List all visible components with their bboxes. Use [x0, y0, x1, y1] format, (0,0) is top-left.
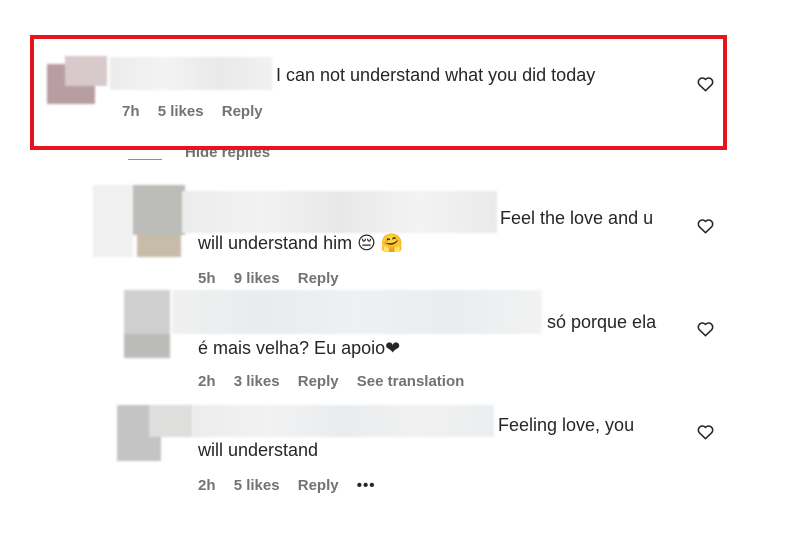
likes-count[interactable]: 5 likes [158, 103, 204, 120]
avatar[interactable] [124, 290, 170, 358]
likes-count[interactable]: 9 likes [234, 270, 280, 287]
comment-text: Feel the love and u [500, 208, 654, 228]
like-heart-icon[interactable] [697, 321, 714, 337]
more-options-button[interactable]: ••• [357, 477, 376, 494]
avatar[interactable] [47, 56, 107, 106]
highlight-box [30, 35, 727, 150]
comment-time: 2h [198, 477, 216, 494]
username-redacted[interactable] [192, 405, 494, 437]
reply-button[interactable]: Reply [298, 270, 339, 287]
avatar[interactable] [93, 185, 185, 257]
like-heart-icon[interactable] [697, 424, 714, 440]
likes-count[interactable]: 3 likes [234, 373, 280, 390]
comment-text-line2: will understand him 😔 🤗 [198, 233, 404, 253]
comment-text: I can not understand what you did today [276, 65, 596, 85]
comment-time: 5h [198, 270, 216, 287]
username-redacted[interactable] [110, 57, 272, 90]
hide-replies-clip: Hide replies [180, 150, 300, 170]
like-heart-icon[interactable] [697, 76, 714, 92]
avatar[interactable] [117, 405, 193, 461]
hide-replies-button[interactable]: Hide replies [185, 150, 270, 161]
hide-replies-line [128, 159, 162, 160]
like-heart-icon[interactable] [697, 218, 714, 234]
comment-text-line2: é mais velha? Eu apoio❤ [198, 338, 401, 358]
comment-time: 2h [198, 373, 216, 390]
username-redacted[interactable] [182, 191, 497, 233]
reply-button[interactable]: Reply [298, 373, 339, 390]
comment-text: só porque ela [547, 312, 657, 332]
comment-meta: 2h 3 likes Reply See translation [198, 373, 478, 390]
comment-meta: 5h 9 likes Reply [198, 270, 353, 287]
reply-button[interactable]: Reply [298, 477, 339, 494]
username-redacted[interactable] [172, 290, 542, 334]
comment-time: 7h [122, 103, 140, 120]
likes-count[interactable]: 5 likes [234, 477, 280, 494]
comment-text: Feeling love, you [498, 415, 635, 435]
comment-text-line2: will understand [198, 440, 319, 460]
comment-meta: 7h 5 likes Reply [122, 103, 277, 120]
see-translation-button[interactable]: See translation [357, 373, 465, 390]
reply-button[interactable]: Reply [222, 103, 263, 120]
comment-meta: 2h 5 likes Reply ••• [198, 477, 390, 494]
